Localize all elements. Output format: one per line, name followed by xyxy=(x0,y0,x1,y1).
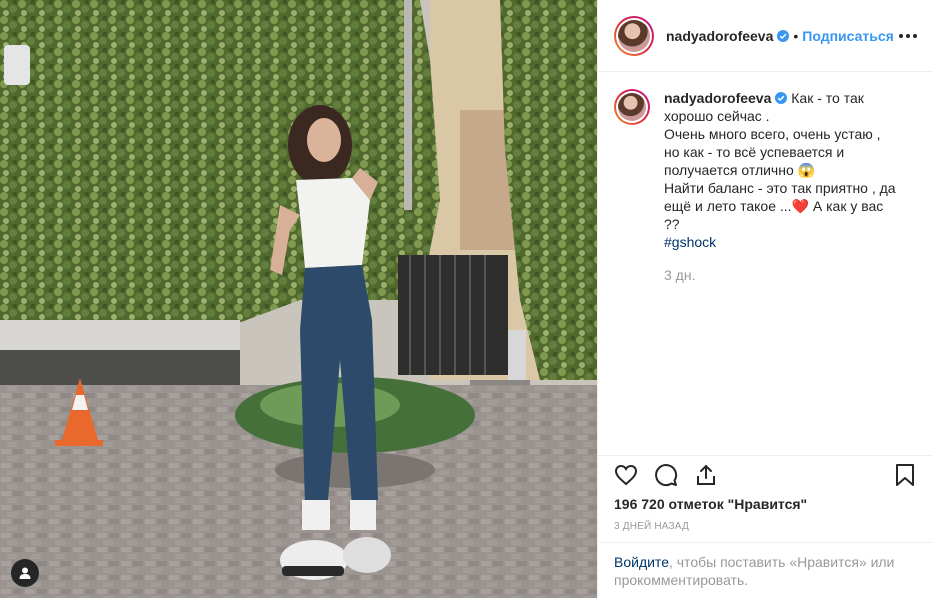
avatar-image xyxy=(618,19,650,52)
caption-line-2: Очень много всего, очень устаю , но как … xyxy=(664,126,881,178)
post-header: nadyadorofeeva • Подписаться xyxy=(598,0,933,72)
relative-time[interactable]: 3 дн. xyxy=(664,267,917,283)
caption-line-3: Найти баланс - это так приятно , да ещё … xyxy=(664,180,896,232)
action-bar: 196 720 отметок "Нравится" 3 дней назад xyxy=(598,455,933,532)
more-icon[interactable] xyxy=(899,33,917,38)
post-sidebar: nadyadorofeeva • Подписаться nadyadorofe… xyxy=(597,0,933,598)
tagged-user-button[interactable] xyxy=(11,559,39,587)
comments-area: nadyadorofeeva Как - то так хорошо сейча… xyxy=(598,73,933,454)
post-photo[interactable] xyxy=(0,0,597,598)
separator: • xyxy=(793,27,799,44)
action-icons xyxy=(614,456,917,494)
author-username[interactable]: nadyadorofeeva xyxy=(666,28,773,44)
user-icon xyxy=(19,567,31,579)
caption-avatar-image xyxy=(618,93,646,121)
caption-avatar[interactable] xyxy=(614,89,650,125)
caption-text: nadyadorofeeva Как - то так хорошо сейча… xyxy=(664,89,896,251)
caption-row: nadyadorofeeva Как - то так хорошо сейча… xyxy=(614,89,917,251)
photo-illustration xyxy=(0,0,597,598)
caption-username[interactable]: nadyadorofeeva xyxy=(664,90,771,106)
bookmark-icon[interactable] xyxy=(893,463,917,487)
likes-count[interactable]: 196 720 отметок "Нравится" xyxy=(614,496,917,512)
hashtag-link[interactable]: #gshock xyxy=(664,234,716,250)
share-icon[interactable] xyxy=(694,463,718,487)
verified-badge-icon xyxy=(775,92,788,104)
verified-badge-icon xyxy=(777,29,790,42)
author-avatar[interactable] xyxy=(614,15,654,56)
follow-button[interactable]: Подписаться xyxy=(802,28,894,44)
post-timestamp[interactable]: 3 дней назад xyxy=(614,521,917,532)
comment-icon[interactable] xyxy=(654,463,678,487)
login-link[interactable]: Войдите xyxy=(614,554,669,570)
heart-icon[interactable] xyxy=(614,463,638,487)
login-prompt: Войдите, чтобы поставить «Нравится» или … xyxy=(598,542,933,598)
